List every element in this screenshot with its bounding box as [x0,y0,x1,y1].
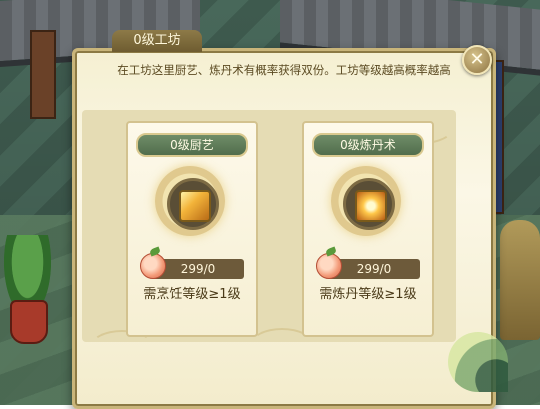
dialog-title: 0级工坊 [133,33,181,48]
card-title: 0级厨艺 [136,133,248,157]
flower-pot [10,300,48,344]
requirement-text: 需烹饪等级≥1级 [143,287,241,302]
cooking-skill-icon [179,190,211,222]
golden-statue [500,220,540,340]
wooden-pillar [30,30,56,119]
skill-icon-frame[interactable] [331,166,401,236]
cost-value: 299/0 [180,262,216,276]
workshop-hint-text: 在工坊这里厨艺、炼丹术有概率获得双份。工坊等级越高概率越高 [117,63,451,77]
cost-bar: 299/0 [152,259,244,279]
alchemy-skill-icon [355,190,387,222]
card-title: 0级炼丹术 [312,133,424,157]
peach-icon [316,253,342,279]
cost-bar: 299/0 [328,259,420,279]
fan-decoration-icon [448,332,508,392]
cooking-skill-card[interactable]: 0级厨艺 299/0 需烹饪等级≥1级 [126,121,258,337]
cost-value: 299/0 [356,262,392,276]
alchemy-skill-card[interactable]: 0级炼丹术 299/0 需炼丹等级≥1级 [302,121,434,337]
requirement-text: 需炼丹等级≥1级 [319,287,417,302]
skill-icon-frame[interactable] [155,166,225,236]
peach-icon [140,253,166,279]
